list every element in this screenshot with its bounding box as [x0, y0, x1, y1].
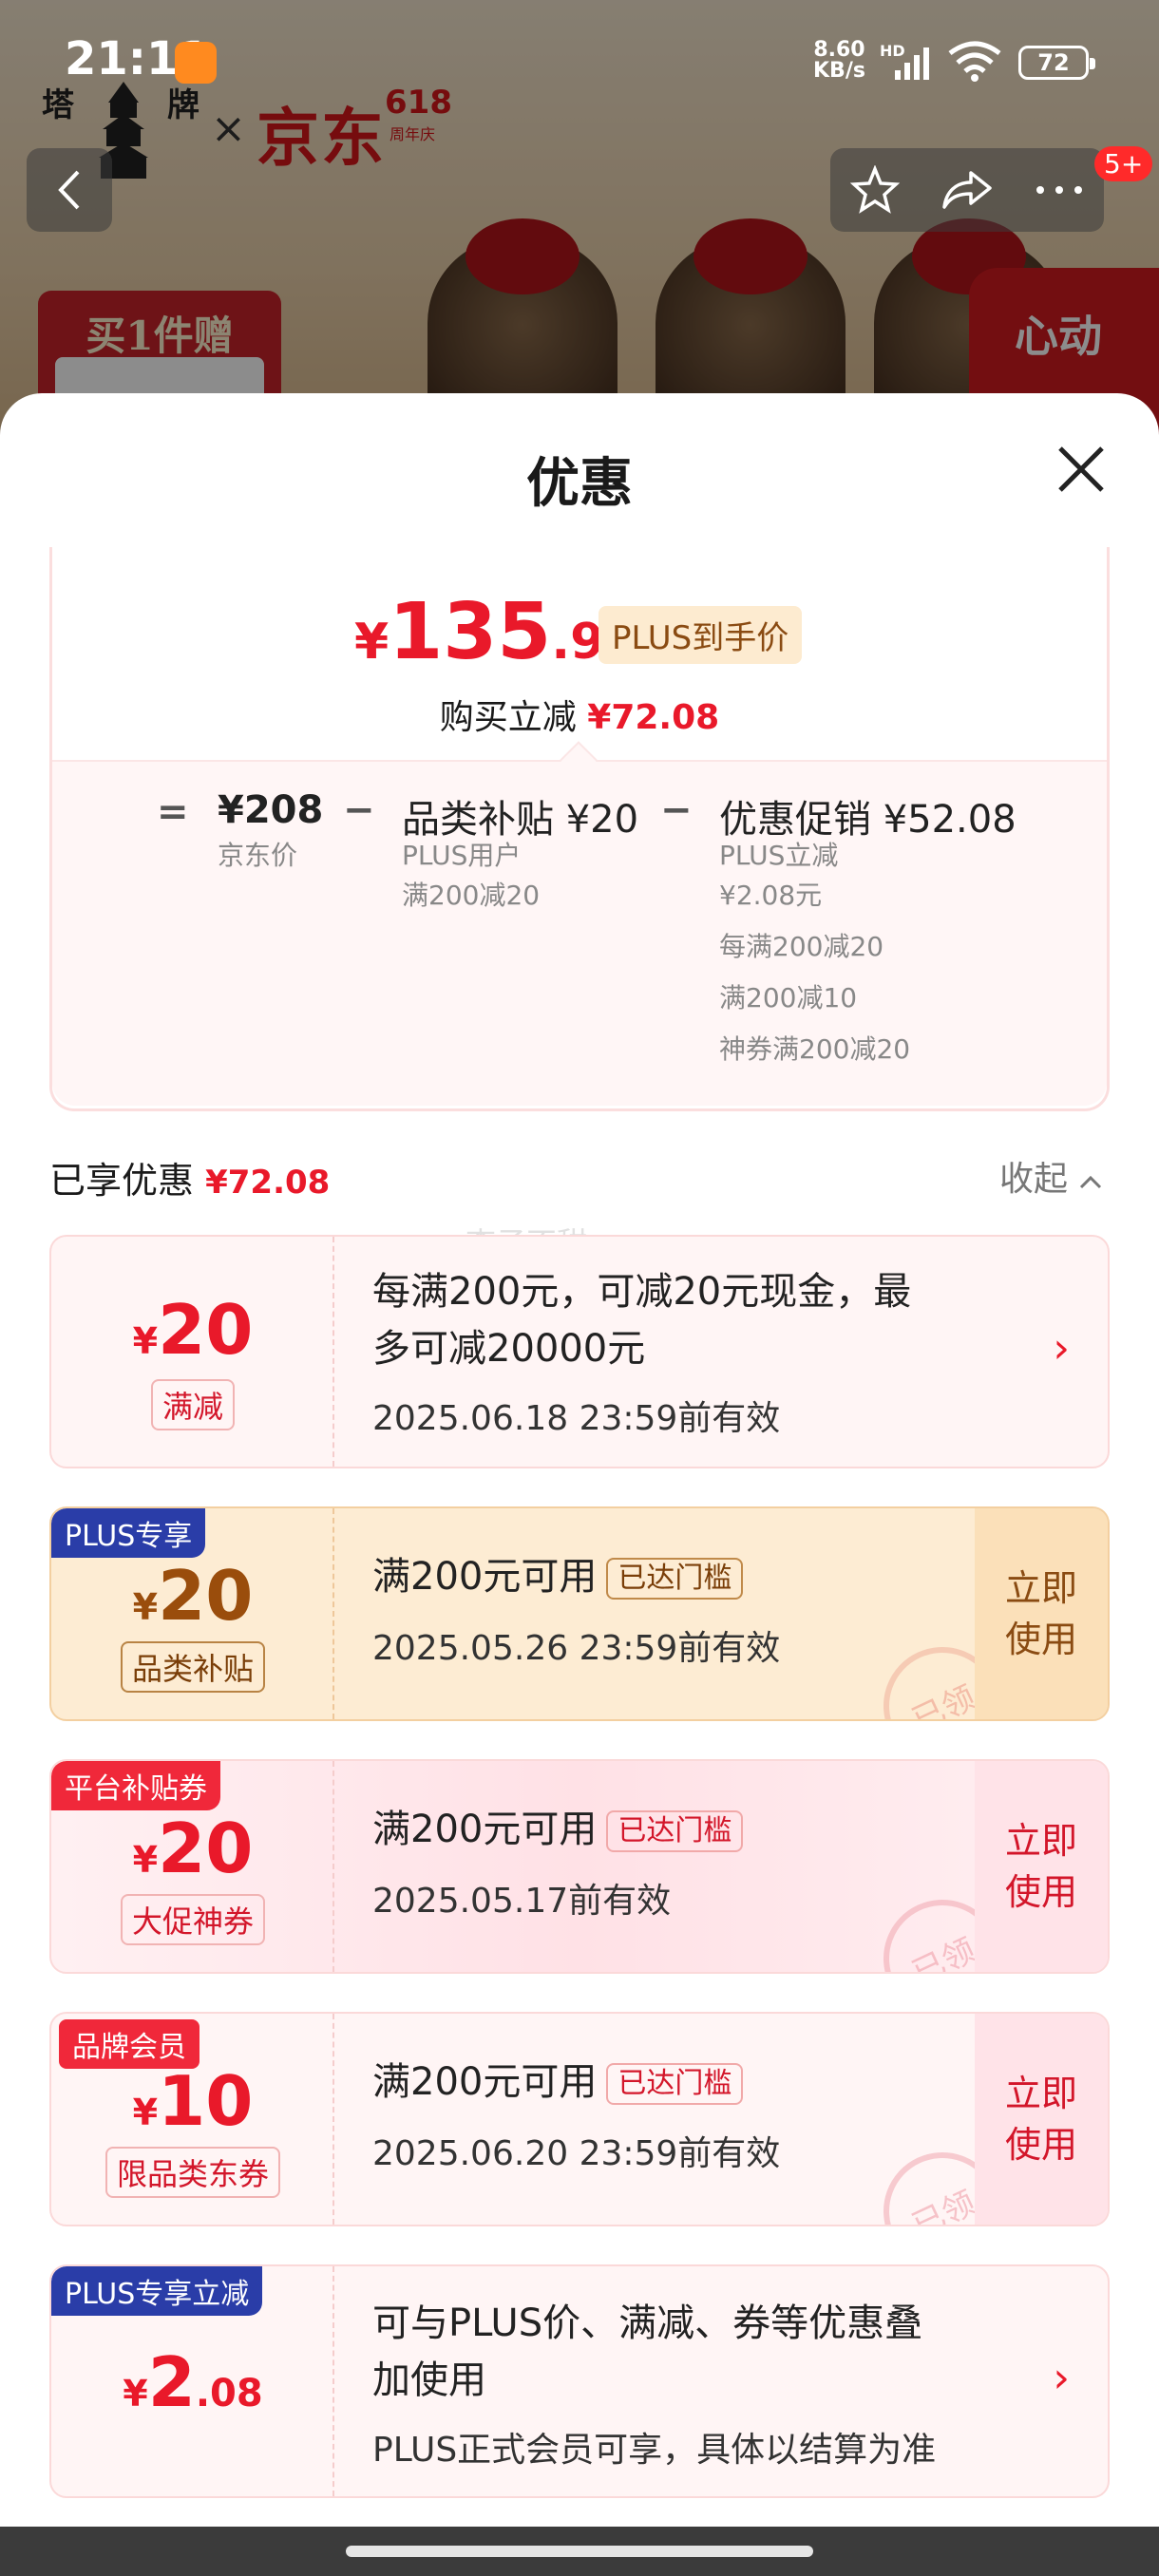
- net-speed: 8.60 KB/s: [813, 40, 865, 82]
- minus-sign: −: [660, 788, 693, 832]
- coupon-desc: 加使用: [372, 2358, 486, 2402]
- status-bar: 21:11 8.60 KB/s HD 72: [0, 0, 1159, 123]
- coupon-desc: 满200元可用 已达门槛: [372, 1548, 744, 1605]
- coupon-card[interactable]: 平台补贴券 ¥20 大促神券 满200元可用 已达门槛 2025.05.17前有效…: [49, 1759, 1110, 1974]
- enjoyed-amount: ¥72.08: [205, 1164, 331, 1202]
- top-actions: [830, 148, 1104, 232]
- threshold-badge: 已达门槛: [606, 2063, 744, 2105]
- promo-sub: PLUS立减: [719, 840, 839, 871]
- collapse-label: 收起: [999, 1160, 1069, 1199]
- coupon-validity: 2025.06.18 23:59前有效: [372, 1399, 781, 1438]
- promo-sub: 满200减10: [719, 982, 858, 1013]
- app-notification-icon: [175, 42, 217, 84]
- home-indicator[interactable]: [346, 2546, 813, 2557]
- battery-indicator: 72: [1018, 46, 1095, 80]
- category-subsidy-sub: 满200减20: [402, 880, 541, 911]
- enjoyed-discount-header: 已享优惠 ¥72.08: [49, 1151, 330, 1203]
- coupon-desc: 每满200元，可减20元现金，最: [372, 1270, 912, 1314]
- jd-price-label: 京东价: [218, 840, 298, 871]
- more-icon[interactable]: [1035, 184, 1084, 196]
- promo-sub: 每满200减20: [719, 931, 884, 962]
- saved-label: 购买立减: [439, 698, 577, 737]
- coupon-desc: 满200元可用 已达门槛: [372, 2054, 744, 2111]
- coupon-desc: 可与PLUS价、满减、券等优惠叠: [372, 2301, 923, 2345]
- cart-badge: 5+: [1094, 146, 1153, 181]
- chevron-right-icon[interactable]: ›: [1053, 1324, 1070, 1373]
- net-speed-value: 8.60: [813, 38, 865, 62]
- coupon-corner-tag: PLUS专享: [51, 1508, 206, 1558]
- promo-sub: 神券满200减20: [719, 1033, 911, 1065]
- threshold-badge: 已达门槛: [606, 1810, 744, 1852]
- coupon-kind: 品类补贴: [51, 1641, 334, 1693]
- coupon-corner-tag: 平台补贴券: [51, 1761, 220, 1810]
- coupon-amount: ¥20: [132, 1556, 254, 1636]
- chevron-right-icon[interactable]: ›: [1053, 2354, 1070, 2402]
- back-button[interactable]: [27, 148, 112, 232]
- coupon-kind: 大促神券: [51, 1894, 334, 1945]
- coupon-validity: 2025.06.20 23:59前有效: [372, 2134, 781, 2173]
- close-icon[interactable]: [1054, 443, 1108, 496]
- wifi-icon: [948, 41, 1001, 82]
- coupon-card[interactable]: PLUS专享 ¥20 品类补贴 满200元可用 已达门槛 2025.05.26 2…: [49, 1506, 1110, 1721]
- chevron-up-icon: [1080, 1175, 1102, 1189]
- coupon-amount: ¥20: [132, 1290, 254, 1370]
- coupon-desc: 满200元可用 已达门槛: [372, 1801, 744, 1858]
- coupon-validity: 2025.05.26 23:59前有效: [372, 1629, 781, 1668]
- threshold-badge: 已达门槛: [606, 1558, 744, 1600]
- saved-amount: ¥72.08: [587, 698, 720, 737]
- promo-sub: ¥2.08元: [719, 880, 823, 911]
- coupon-corner-tag: PLUS专享立减: [51, 2266, 263, 2316]
- share-icon[interactable]: [940, 167, 994, 213]
- coupon-desc: 多可减20000元: [372, 1327, 646, 1371]
- coupon-amount: ¥10: [132, 2061, 254, 2141]
- coupon-card[interactable]: ¥20 满减 每满200元，可减20元现金，最 多可减20000元 2025.0…: [49, 1235, 1110, 1468]
- system-nav-bar: [0, 2527, 1159, 2576]
- enjoyed-label: 已享优惠: [49, 1160, 195, 1202]
- coupon-card[interactable]: 品牌会员 ¥10 限品类东券 满200元可用 已达门槛 2025.06.20 23…: [49, 2012, 1110, 2226]
- price-summary-card: ¥135.92 PLUS到手价 购买立减 ¥72.08 = ¥208 京东价 −…: [49, 547, 1110, 1111]
- sheet-title: 优惠: [526, 453, 633, 515]
- category-subsidy-sub: PLUS用户: [402, 840, 522, 871]
- star-icon[interactable]: [850, 165, 901, 215]
- coupon-validity: 2025.05.17前有效: [372, 1882, 672, 1921]
- use-now-button[interactable]: 立即 使用: [975, 1761, 1108, 1972]
- discount-sheet: 优惠 ¥135.92 PLUS到手价 购买立减 ¥72.08 = ¥208 京东…: [0, 393, 1159, 2576]
- coupon-card[interactable]: PLUS专享立减 ¥2.08 可与PLUS价、满减、券等优惠叠 加使用 PLUS…: [49, 2264, 1110, 2498]
- jd-price: ¥208: [218, 788, 324, 832]
- coupon-kind: 限品类东券: [51, 2147, 334, 2198]
- final-price: ¥135.92: [354, 587, 639, 677]
- equals-sign: =: [157, 790, 189, 834]
- minus-sign: −: [343, 788, 375, 832]
- price-breakdown: = ¥208 京东价 − 品类补贴 ¥20 PLUS用户 满200减20 − 优…: [52, 760, 1107, 1106]
- use-now-button[interactable]: 立即 使用: [975, 2014, 1108, 2225]
- coupon-amount: ¥20: [132, 1809, 254, 1888]
- coupon-note: PLUS正式会员可享，具体以结算为准: [372, 2431, 937, 2470]
- signal-icon: [895, 47, 929, 80]
- collapse-button[interactable]: 收起: [999, 1151, 1103, 1201]
- net-speed-unit: KB/s: [813, 59, 865, 83]
- coupon-kind: 满减: [51, 1379, 334, 1430]
- plus-price-tag: PLUS到手价: [598, 606, 803, 664]
- saved-line: 购买立减 ¥72.08: [52, 690, 1107, 739]
- use-now-button[interactable]: 立即 使用: [975, 1508, 1108, 1719]
- chevron-left-icon: [58, 170, 80, 210]
- coupon-amount: ¥2.08: [123, 2342, 263, 2422]
